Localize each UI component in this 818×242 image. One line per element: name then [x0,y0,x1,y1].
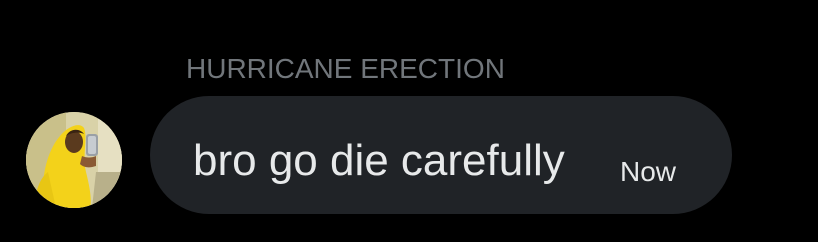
message-timestamp: Now [620,156,677,187]
message-text: bro go die carefully [193,136,565,185]
banana-costume-avatar-icon [26,112,122,208]
avatar[interactable] [26,112,122,208]
sender-name: HURRICANE ERECTION [186,53,505,84]
